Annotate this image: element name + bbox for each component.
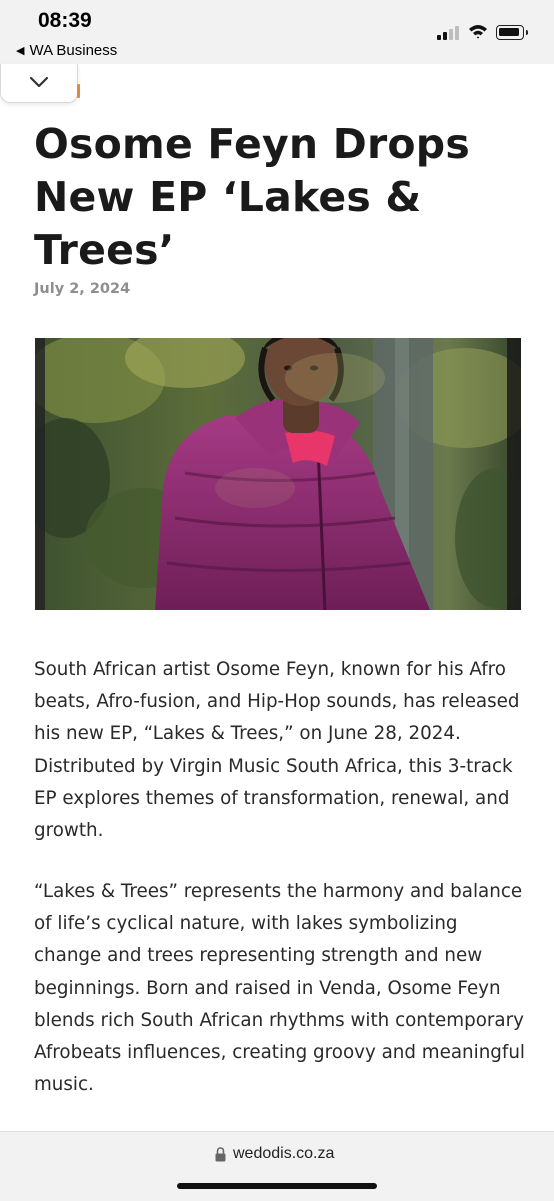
chevron-down-icon: [29, 76, 49, 88]
battery-icon: [496, 25, 528, 40]
decorative-mark: [77, 84, 80, 98]
wifi-icon: [469, 25, 487, 39]
article-paragraph: “Lakes & Trees” represents the harmony a…: [34, 881, 526, 1096]
status-time: 08:39: [38, 9, 92, 32]
url-text[interactable]: wedodis.co.za: [233, 1145, 334, 1163]
back-app-label: WA Business: [29, 42, 118, 59]
status-bar: 08:39 ◀ WA Business: [0, 0, 554, 64]
lock-icon: [215, 1147, 226, 1162]
back-to-app-link[interactable]: ◀ WA Business: [16, 42, 117, 59]
article-paragraph: South African artist Osome Feyn, known f…: [34, 659, 520, 842]
browser-url-bar[interactable]: wedodis.co.za: [0, 1131, 554, 1201]
hero-image: [35, 338, 521, 610]
cellular-signal-icon: [437, 26, 463, 40]
article-title: Osome Feyn Drops New EP ‘Lakes & Trees’: [34, 120, 470, 274]
back-triangle-icon: ◀: [16, 45, 25, 57]
home-indicator[interactable]: [177, 1183, 377, 1189]
article-date: July 2, 2024: [34, 281, 131, 297]
collapse-toolbar-button[interactable]: [0, 64, 78, 103]
